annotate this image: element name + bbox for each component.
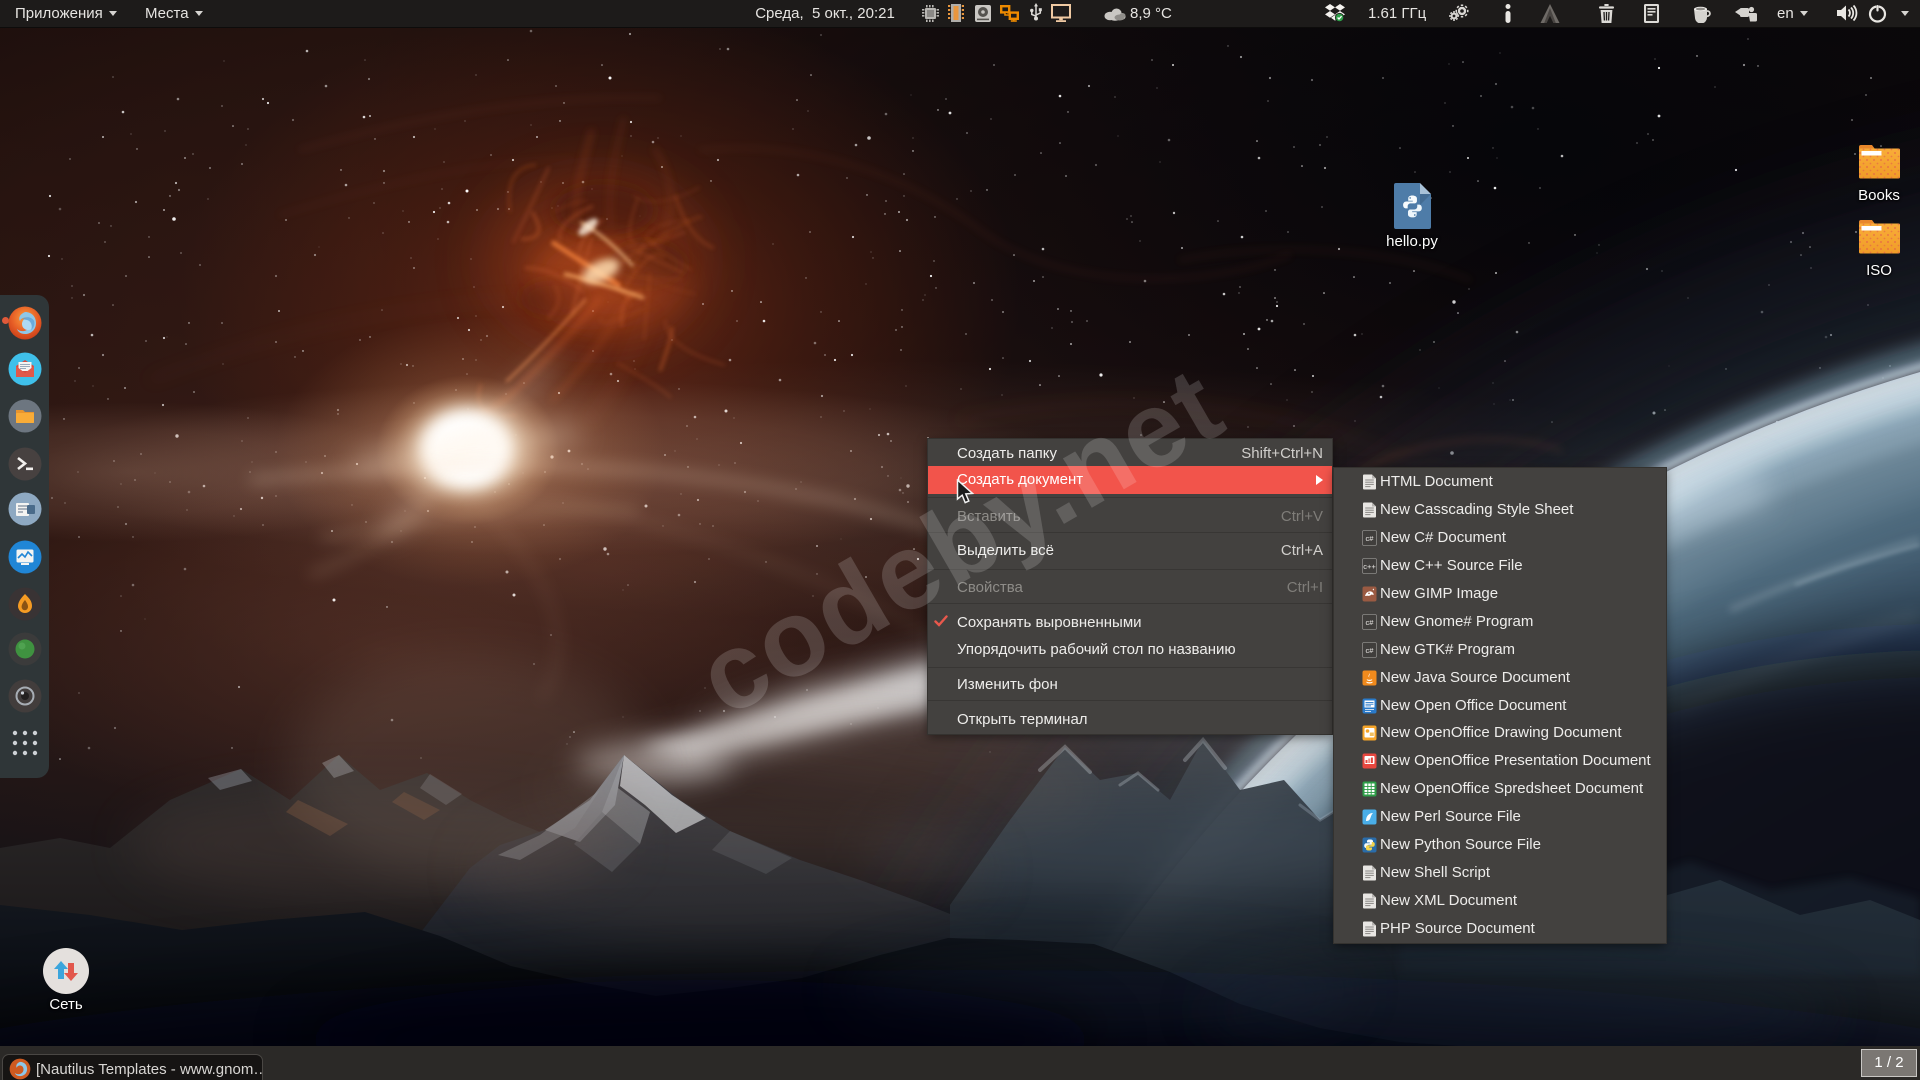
svg-text:c++: c++ (1363, 562, 1376, 571)
svg-text:c#: c# (1366, 646, 1375, 655)
svg-text:c#: c# (1366, 534, 1375, 543)
svg-text:c#: c# (1366, 618, 1375, 627)
